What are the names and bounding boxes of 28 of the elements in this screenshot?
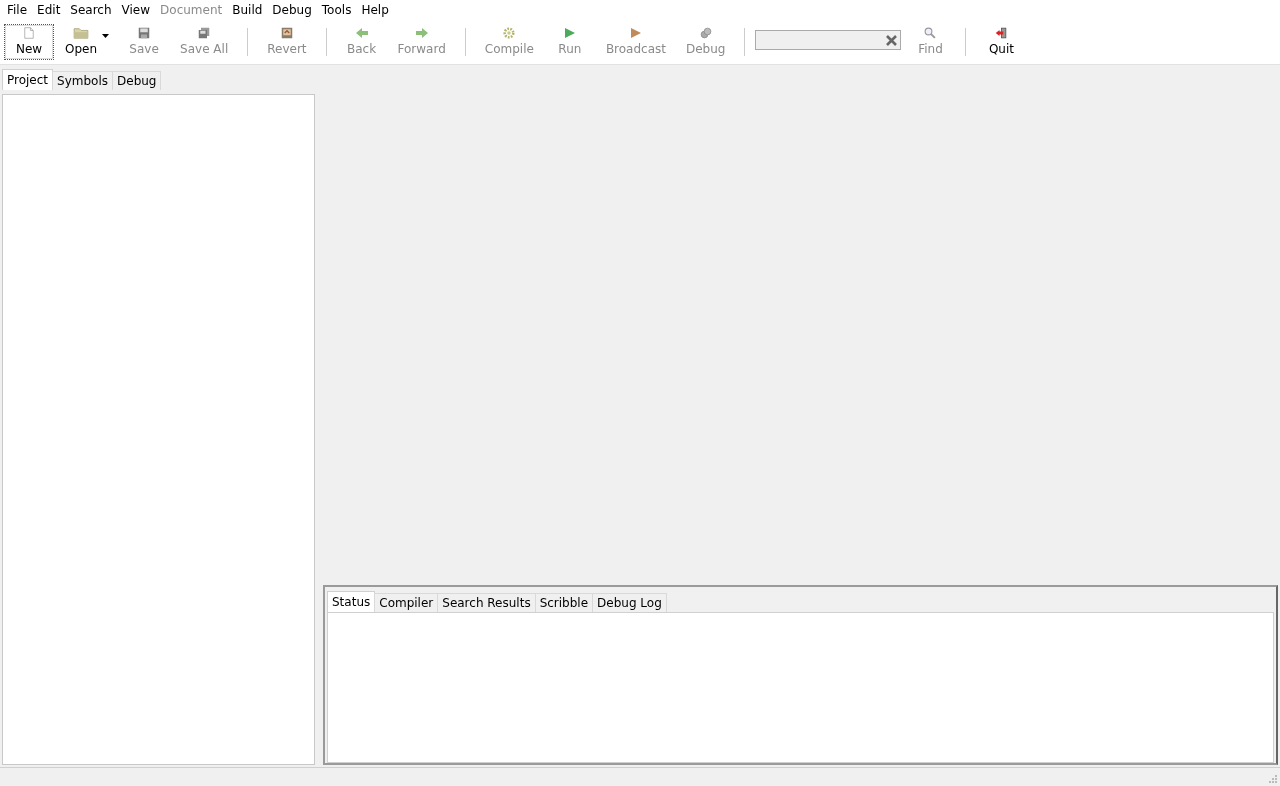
tab[interactable]: Debug xyxy=(112,71,162,90)
tab[interactable]: Debug Log xyxy=(592,593,667,612)
dropdown-arrow-icon[interactable] xyxy=(102,34,110,38)
resize-grip-icon[interactable] xyxy=(1269,775,1277,783)
toolbar-button[interactable]: New xyxy=(4,24,54,60)
tab[interactable]: Project xyxy=(2,69,54,90)
tab[interactable]: Status xyxy=(327,591,376,612)
tab[interactable]: Symbols xyxy=(52,71,113,90)
gear-icon xyxy=(502,27,517,39)
document-icon xyxy=(22,27,36,39)
play-icon xyxy=(563,27,576,39)
menu-item[interactable]: View xyxy=(116,3,156,17)
menu-item[interactable]: Edit xyxy=(32,3,66,17)
right-arrow-icon xyxy=(414,27,429,39)
menu-item[interactable]: Search xyxy=(65,3,117,17)
toolbar-button[interactable]: Open xyxy=(56,24,107,60)
folder-icon xyxy=(72,27,91,39)
search-field[interactable] xyxy=(755,30,902,50)
tab[interactable]: Compiler xyxy=(374,593,439,612)
menu-item[interactable]: Help xyxy=(356,3,394,17)
play-icon xyxy=(629,27,642,39)
menu-item[interactable]: Debug xyxy=(267,3,317,17)
menu-item[interactable]: Build xyxy=(227,3,268,17)
left-arrow-icon xyxy=(354,27,369,39)
menu-item[interactable]: Tools xyxy=(316,3,357,17)
menu-item[interactable]: File xyxy=(2,3,33,17)
clear-icon[interactable] xyxy=(886,34,898,46)
toolbar-button[interactable]: Quit xyxy=(976,24,1027,60)
